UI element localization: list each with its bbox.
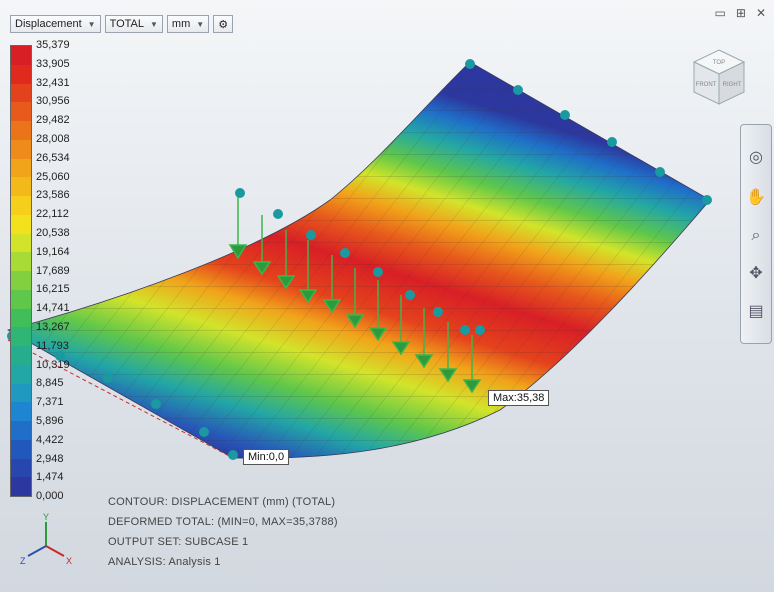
viewcube-front-label: FRONT	[696, 82, 717, 88]
legend-label: 5,896	[36, 414, 64, 427]
min-callout: Min:0,0	[243, 449, 290, 465]
legend-color-band	[11, 83, 31, 103]
triad-z-label: Z	[20, 556, 26, 566]
component-dropdown[interactable]: TOTAL ▼	[104, 15, 163, 33]
legend-color-band	[11, 327, 31, 346]
legend-color-band	[11, 421, 31, 440]
legend-color-band	[11, 402, 31, 421]
legend-color-band	[11, 252, 31, 271]
legend-color-band	[11, 64, 31, 84]
legend-label: 2,948	[36, 452, 64, 465]
legend-color-band	[11, 364, 31, 384]
legend-label: 13,267	[36, 320, 70, 333]
legend-label: 1,474	[36, 471, 64, 484]
legend-color-band	[11, 346, 31, 365]
legend-label: 33,905	[36, 57, 70, 70]
result-info: CONTOUR: DISPLACEMENT (mm) (TOTAL) DEFOR…	[108, 492, 338, 572]
triad-x-label: X	[66, 556, 72, 566]
legend-label: 10,319	[36, 358, 70, 371]
info-contour: CONTOUR: DISPLACEMENT (mm) (TOTAL)	[108, 496, 336, 508]
legend-label: 14,741	[36, 302, 70, 315]
legend-label: 7,371	[36, 396, 64, 409]
legend-label: 20,538	[36, 226, 70, 239]
legend-color-band	[11, 177, 31, 196]
legend-color-bar	[10, 45, 32, 497]
legend-label: 11,793	[36, 339, 69, 352]
legend-label: 4,422	[36, 433, 64, 446]
orbit-icon[interactable]: ✥	[745, 263, 767, 285]
unit-value: mm	[171, 18, 191, 30]
legend-color-band	[11, 289, 31, 309]
legend-color-band	[11, 458, 31, 478]
graphics-viewport[interactable]: Displacement ▼ TOTAL ▼ mm ▼ ⚙ ▭ ⊞ ✕ 35,3…	[0, 0, 774, 592]
legend-label: 26,534	[36, 151, 70, 164]
legend-label: 28,008	[36, 132, 70, 145]
legend-color-band	[11, 102, 31, 121]
legend-color-band	[11, 233, 31, 253]
unit-dropdown[interactable]: mm ▼	[166, 15, 210, 33]
settings-button[interactable]: ⚙	[213, 15, 234, 33]
legend-label: 35,379	[36, 39, 70, 51]
legend-color-band	[11, 308, 31, 328]
info-analysis: ANALYSIS: Analysis 1	[108, 556, 221, 568]
viewcube-right-label: RIGHT	[723, 82, 742, 88]
info-deformed: DEFORMED TOTAL: (MIN=0, MAX=35,3788)	[108, 516, 338, 528]
result-toolbar: Displacement ▼ TOTAL ▼ mm ▼ ⚙	[10, 15, 234, 33]
legend-label: 25,060	[36, 170, 70, 183]
legend-color-band	[11, 121, 31, 140]
legend-label: 22,112	[36, 208, 69, 221]
viewcube-top-label: TOP	[713, 60, 725, 66]
legend-color-band	[11, 196, 31, 215]
legend-label: 30,956	[36, 95, 70, 108]
steering-wheel-icon[interactable]: ◎	[745, 147, 767, 169]
axis-triad: Y X Z	[20, 512, 72, 566]
legend-color-band	[11, 139, 31, 159]
maximize-icon[interactable]: ⊞	[736, 6, 746, 20]
restore-icon[interactable]: ▭	[715, 6, 726, 20]
close-icon[interactable]: ✕	[756, 6, 766, 20]
legend-color-band	[11, 439, 31, 459]
legend-label: 16,215	[36, 283, 70, 296]
legend-label: 0,000	[36, 490, 64, 503]
legend-label: 23,586	[36, 189, 70, 202]
info-output-set: OUTPUT SET: SUBCASE 1	[108, 536, 249, 548]
legend-color-band	[11, 271, 31, 290]
legend-label: 8,845	[36, 377, 64, 390]
window-controls: ▭ ⊞ ✕	[715, 6, 766, 20]
legend-color-band	[11, 46, 31, 65]
plate-grid	[8, 62, 710, 459]
look-at-icon[interactable]: ▤	[745, 301, 767, 323]
legend-label: 19,164	[36, 245, 70, 258]
triad-y-label: Y	[43, 512, 49, 522]
zoom-icon[interactable]: ⌕	[745, 225, 767, 247]
navigation-bar: ◎ ✋ ⌕ ✥ ▤	[740, 124, 772, 344]
result-type-value: Displacement	[15, 18, 82, 30]
result-type-dropdown[interactable]: Displacement ▼	[10, 15, 101, 33]
color-legend: 35,379 33,905 32,431 30,956 29,482 28,008 26,5…	[10, 39, 70, 502]
gear-icon: ⚙	[218, 18, 229, 31]
legend-labels: 35,379 33,905 32,431 30,956 29,482 28,008 26,5…	[36, 38, 70, 508]
legend-label: 17,689	[36, 264, 70, 277]
chevron-down-icon: ▼	[87, 19, 96, 29]
chevron-down-icon: ▼	[150, 19, 158, 29]
component-value: TOTAL	[109, 18, 144, 30]
legend-label: 29,482	[36, 114, 70, 127]
pan-hand-icon[interactable]: ✋	[745, 187, 767, 209]
chevron-down-icon: ▼	[196, 19, 205, 29]
legend-label: 32,431	[36, 76, 70, 89]
legend-color-band	[11, 477, 31, 496]
legend-color-band	[11, 214, 31, 234]
view-cube[interactable]: TOP FRONT RIGHT	[688, 46, 750, 108]
legend-color-band	[11, 158, 31, 178]
legend-color-band	[11, 383, 31, 403]
max-callout: Max:35,38	[488, 390, 550, 406]
